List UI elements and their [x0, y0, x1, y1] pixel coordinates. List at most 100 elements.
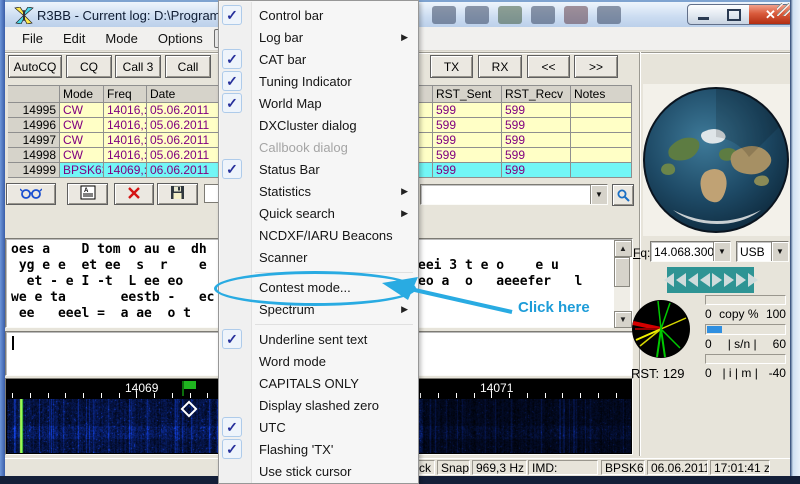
log-cell-num[interactable]: 14998: [8, 148, 60, 163]
control-button-tx[interactable]: TX: [430, 55, 473, 78]
log-cell-notes[interactable]: [571, 118, 632, 133]
scrollbar-thumb[interactable]: [614, 257, 630, 287]
maximize-button[interactable]: [718, 4, 750, 25]
log-cell-mode[interactable]: CW: [60, 118, 104, 133]
step-left-icon[interactable]: [700, 273, 710, 287]
scroll-up-icon[interactable]: ▲: [614, 240, 632, 257]
menu-options[interactable]: Options: [149, 29, 212, 48]
submenu-arrow-icon: ▶: [401, 208, 408, 219]
step-right-icon[interactable]: [712, 273, 722, 287]
step-left-icon[interactable]: [664, 273, 674, 287]
column-header-freq[interactable]: Freq: [104, 85, 147, 103]
column-header-rst_recv[interactable]: RST_Recv: [502, 85, 571, 103]
rx-scrollbar[interactable]: ▲ ▼: [614, 240, 630, 326]
frequency-value: 14.068.300: [651, 245, 713, 259]
minimize-button[interactable]: [687, 4, 720, 25]
menu-item-flashing-tx[interactable]: ✓Flashing 'TX': [219, 438, 418, 460]
log-cell-mode[interactable]: CW: [60, 148, 104, 163]
chevron-down-icon[interactable]: ▼: [590, 185, 607, 204]
control-button-rx[interactable]: RX: [478, 55, 522, 78]
menu-item-label: Display slashed zero: [259, 398, 379, 413]
menu-item-utc[interactable]: ✓UTC: [219, 416, 418, 438]
menu-item-capitals-only[interactable]: CAPITALS ONLY: [219, 372, 418, 394]
menu-item-control-bar[interactable]: ✓Control bar: [219, 4, 418, 26]
chevron-down-icon[interactable]: ▼: [713, 242, 730, 261]
callbook-button[interactable]: A: [67, 183, 108, 205]
menu-item-label: Control bar: [259, 8, 323, 23]
menu-edit[interactable]: Edit: [54, 29, 94, 48]
log-cell-notes[interactable]: [571, 103, 632, 118]
menu-item-use-stick-cursor[interactable]: Use stick cursor: [219, 460, 418, 482]
macro-button-cq[interactable]: CQ: [66, 55, 112, 78]
log-cell-freq[interactable]: 14016,:: [104, 118, 147, 133]
delete-button[interactable]: [114, 183, 154, 205]
save-button[interactable]: [157, 183, 198, 205]
log-cell-num[interactable]: 14995: [8, 103, 60, 118]
menu-item-word-mode[interactable]: Word mode: [219, 350, 418, 372]
log-cell-freq[interactable]: 14069,:: [104, 163, 147, 178]
world-globe[interactable]: [643, 84, 790, 236]
macro-button-autocq[interactable]: AutoCQ: [8, 55, 62, 78]
menu-item-cat-bar[interactable]: ✓CAT bar: [219, 48, 418, 70]
menu-item-statistics[interactable]: Statistics▶: [219, 180, 418, 202]
menu-file[interactable]: File: [13, 29, 52, 48]
log-cell-num[interactable]: 14996: [8, 118, 60, 133]
glasses-button[interactable]: [6, 183, 56, 205]
menu-item-quick-search[interactable]: Quick search▶: [219, 202, 418, 224]
log-cell-notes[interactable]: [571, 133, 632, 148]
log-cell-num[interactable]: 14999: [8, 163, 60, 178]
menu-item-underline-sent-text[interactable]: ✓Underline sent text: [219, 328, 418, 350]
log-cell-rst_sent[interactable]: 599: [433, 118, 502, 133]
log-cell-notes[interactable]: [571, 163, 632, 178]
step-left-icon[interactable]: [676, 273, 686, 287]
menu-item-status-bar[interactable]: ✓Status Bar: [219, 158, 418, 180]
callout-arrow-icon: [372, 270, 522, 322]
step-right-icon[interactable]: [748, 273, 758, 287]
log-cell-rst_sent[interactable]: 599: [433, 133, 502, 148]
menu-item-display-slashed-zero[interactable]: Display slashed zero: [219, 394, 418, 416]
log-cell-rst_recv[interactable]: 599: [502, 103, 571, 118]
menu-item-log-bar[interactable]: Log bar▶: [219, 26, 418, 48]
log-cell-mode[interactable]: CW: [60, 133, 104, 148]
menu-item-scanner[interactable]: Scanner: [219, 246, 418, 268]
search-button[interactable]: [612, 184, 634, 206]
column-header-rst_sent[interactable]: RST_Sent: [433, 85, 502, 103]
column-header-num[interactable]: [8, 85, 60, 103]
tuning-step-bar[interactable]: [667, 267, 754, 293]
log-cell-mode[interactable]: BPSK63: [60, 163, 104, 178]
menu-item-world-map[interactable]: ✓World Map: [219, 92, 418, 114]
log-cell-mode[interactable]: CW: [60, 103, 104, 118]
log-cell-rst_sent[interactable]: 599: [433, 148, 502, 163]
menu-item-label: Callbook dialog: [259, 140, 348, 155]
chevron-down-icon[interactable]: ▼: [771, 242, 788, 261]
resize-grip[interactable]: [777, 3, 790, 16]
frequency-combobox[interactable]: 14.068.300 ▼: [650, 241, 731, 262]
menu-item-tuning-indicator[interactable]: ✓Tuning Indicator: [219, 70, 418, 92]
log-cell-rst_recv[interactable]: 599: [502, 163, 571, 178]
quick-search-combobox[interactable]: ▼: [420, 184, 608, 205]
column-header-notes[interactable]: Notes: [571, 85, 632, 103]
macro-button-call[interactable]: Call: [165, 55, 211, 78]
log-cell-rst_recv[interactable]: 599: [502, 118, 571, 133]
log-cell-freq[interactable]: 14016,:: [104, 133, 147, 148]
menu-item-dxcluster-dialog[interactable]: DXCluster dialog: [219, 114, 418, 136]
log-cell-rst_sent[interactable]: 599: [433, 163, 502, 178]
menu-mode[interactable]: Mode: [96, 29, 147, 48]
menu-item-ncdxf-iaru-beacons[interactable]: NCDXF/IARU Beacons: [219, 224, 418, 246]
log-cell-notes[interactable]: [571, 148, 632, 163]
control-button-prev[interactable]: <<: [527, 55, 570, 78]
control-button-next[interactable]: >>: [574, 55, 618, 78]
log-cell-rst_sent[interactable]: 599: [433, 103, 502, 118]
sideband-combobox[interactable]: USB ▼: [736, 241, 789, 262]
log-cell-rst_recv[interactable]: 599: [502, 148, 571, 163]
log-cell-rst_recv[interactable]: 599: [502, 133, 571, 148]
status-segment: BPSK63: [601, 460, 645, 475]
column-header-mode[interactable]: Mode: [60, 85, 104, 103]
log-cell-freq[interactable]: 14016,:: [104, 103, 147, 118]
log-cell-num[interactable]: 14997: [8, 133, 60, 148]
step-right-icon[interactable]: [724, 273, 734, 287]
step-left-icon[interactable]: [688, 273, 698, 287]
step-right-icon[interactable]: [736, 273, 746, 287]
log-cell-freq[interactable]: 14016,:: [104, 148, 147, 163]
macro-button-call-3[interactable]: Call 3: [115, 55, 161, 78]
